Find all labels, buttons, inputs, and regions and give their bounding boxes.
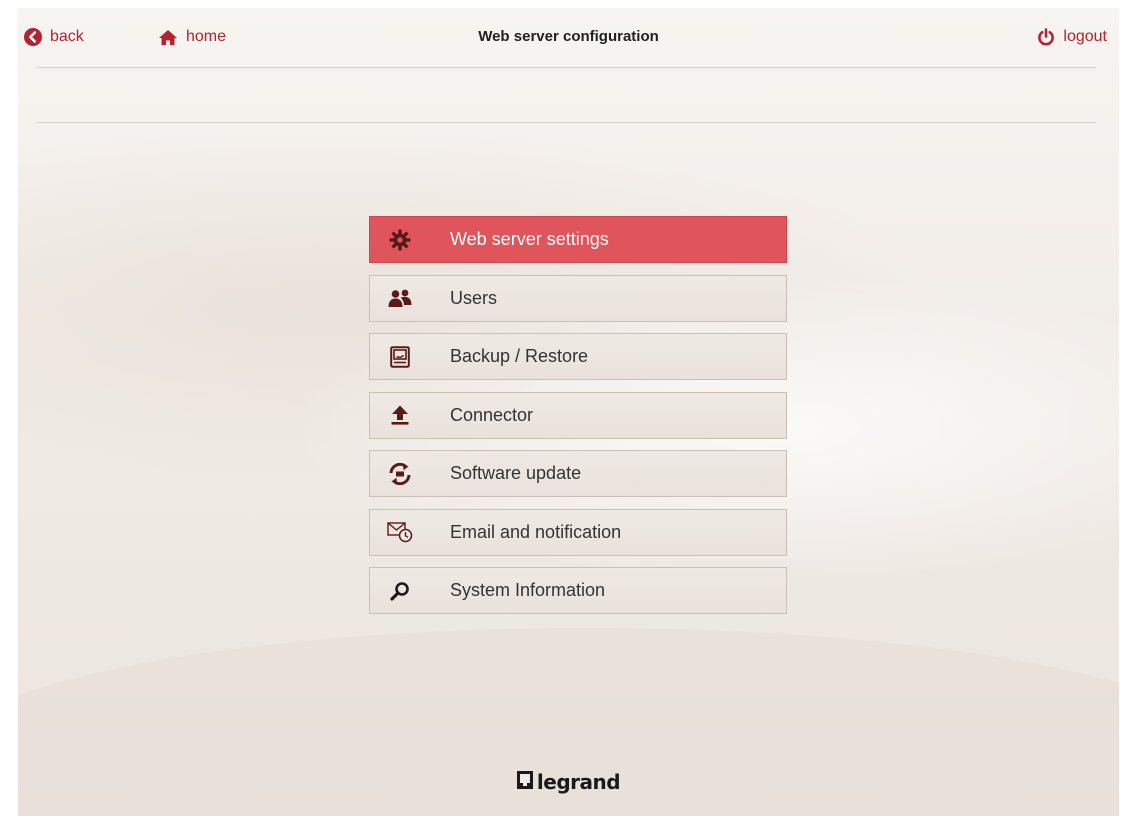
logo-text: legrand xyxy=(536,770,621,794)
legrand-logo: legrand xyxy=(18,770,1119,794)
backup-icon xyxy=(378,345,422,368)
menu-item-web-server-settings[interactable]: Web server settings xyxy=(369,216,787,263)
subheader-divider xyxy=(36,122,1096,123)
config-menu: Web server settings Users Backup / Resto… xyxy=(369,216,787,626)
menu-item-software-update[interactable]: Software update xyxy=(369,450,787,497)
logout-link[interactable]: logout xyxy=(1037,28,1107,46)
menu-item-connector[interactable]: Connector xyxy=(369,391,787,439)
header-divider xyxy=(36,67,1096,68)
menu-item-label: Users xyxy=(450,287,498,308)
magnifier-icon xyxy=(378,581,422,601)
email-clock-icon xyxy=(378,521,422,543)
top-bar: back home Web server configuration logou… xyxy=(18,8,1119,68)
refresh-icon xyxy=(378,462,422,485)
menu-item-label: Email and notification xyxy=(450,521,622,542)
menu-item-label: Software update xyxy=(450,463,582,483)
gear-icon xyxy=(378,229,422,251)
page-title: Web server configuration xyxy=(478,28,659,45)
logout-label: logout xyxy=(1063,28,1107,45)
menu-item-users[interactable]: Users xyxy=(369,274,787,322)
menu-item-backup-restore[interactable]: Backup / Restore xyxy=(369,333,787,380)
menu-item-label: System Information xyxy=(450,580,606,600)
menu-item-email-notification[interactable]: Email and notification xyxy=(369,508,787,556)
menu-item-system-information[interactable]: System Information xyxy=(369,567,787,614)
menu-item-label: Backup / Restore xyxy=(450,346,589,366)
menu-item-label: Web server settings xyxy=(450,229,609,249)
menu-item-label: Connector xyxy=(450,404,534,425)
page-frame: back home Web server configuration logou… xyxy=(18,8,1119,816)
users-icon xyxy=(378,288,422,308)
legrand-logo-mark-icon xyxy=(516,770,533,794)
power-icon xyxy=(1037,28,1055,46)
upload-icon xyxy=(378,405,422,425)
